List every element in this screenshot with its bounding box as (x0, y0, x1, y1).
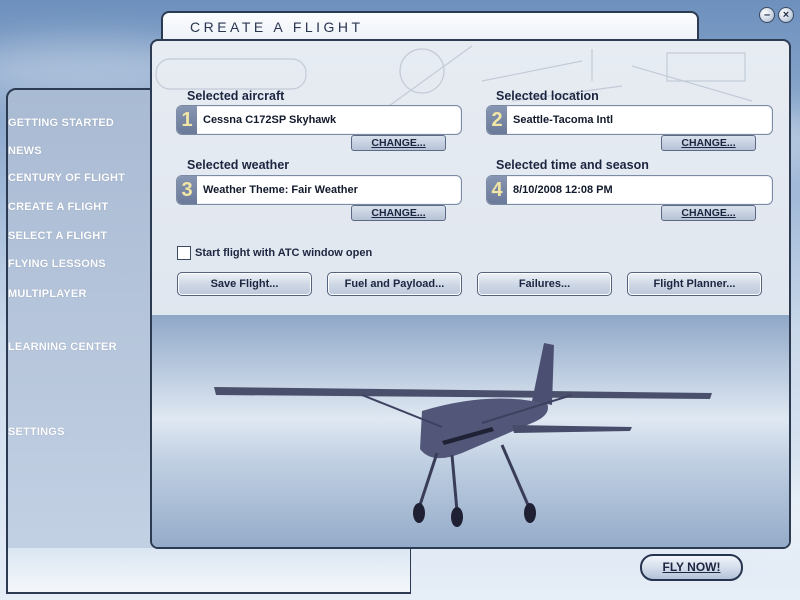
sidebar-item-create-a-flight[interactable]: CREATE A FLIGHT (8, 201, 108, 213)
location-field: 2 Seattle-Tacoma Intl (486, 105, 773, 135)
change-location-button[interactable]: CHANGE... (661, 135, 756, 151)
location-value: Seattle-Tacoma Intl (513, 114, 614, 126)
aircraft-photo (152, 315, 789, 547)
location-label: Selected location (496, 89, 599, 103)
cessna-aircraft-image (214, 343, 712, 527)
aircraft-field: 1 Cessna C172SP Skyhawk (176, 105, 462, 135)
sidebar-item-news[interactable]: NEWS (8, 145, 42, 157)
sidebar-item-multiplayer[interactable]: MULTIPLAYER (8, 288, 87, 300)
step-2-badge: 2 (487, 106, 507, 134)
sidebar-footer (8, 548, 410, 592)
sidebar-item-century-of-flight[interactable]: CENTURY OF FLIGHT (8, 172, 125, 184)
weather-label: Selected weather (187, 158, 290, 172)
failures-button[interactable]: Failures... (477, 272, 612, 296)
close-icon[interactable]: × (778, 7, 794, 23)
time-season-label: Selected time and season (496, 158, 649, 172)
step-1-badge: 1 (177, 106, 197, 134)
weather-field: 3 Weather Theme: Fair Weather (176, 175, 462, 205)
change-weather-button[interactable]: CHANGE... (351, 205, 446, 221)
weather-value: Weather Theme: Fair Weather (203, 184, 358, 196)
time-season-field: 4 8/10/2008 12:08 PM (486, 175, 773, 205)
aircraft-label: Selected aircraft (187, 89, 285, 103)
fly-now-button[interactable]: FLY NOW! (640, 554, 743, 581)
atc-window-checkbox[interactable] (177, 246, 191, 260)
sidebar-item-learning-center[interactable]: LEARNING CENTER (8, 341, 117, 353)
time-season-value: 8/10/2008 12:08 PM (513, 184, 613, 196)
save-flight-button[interactable]: Save Flight... (177, 272, 312, 296)
minimize-icon[interactable]: – (759, 7, 775, 23)
change-time-button[interactable]: CHANGE... (661, 205, 756, 221)
sidebar-item-flying-lessons[interactable]: FLYING LESSONS (8, 258, 106, 270)
change-aircraft-button[interactable]: CHANGE... (351, 135, 446, 151)
step-3-badge: 3 (177, 176, 197, 204)
sidebar-item-select-a-flight[interactable]: SELECT A FLIGHT (8, 230, 107, 242)
sidebar-item-settings[interactable]: SETTINGS (8, 426, 65, 438)
page-title: CREATE A FLIGHT (190, 19, 364, 35)
step-4-badge: 4 (487, 176, 507, 204)
sidebar-item-getting-started[interactable]: GETTING STARTED (8, 117, 114, 129)
fuel-and-payload-button[interactable]: Fuel and Payload... (327, 272, 462, 296)
atc-window-checkbox-label[interactable]: Start flight with ATC window open (195, 247, 372, 259)
flight-planner-button[interactable]: Flight Planner... (627, 272, 762, 296)
aircraft-value: Cessna C172SP Skyhawk (203, 114, 337, 126)
